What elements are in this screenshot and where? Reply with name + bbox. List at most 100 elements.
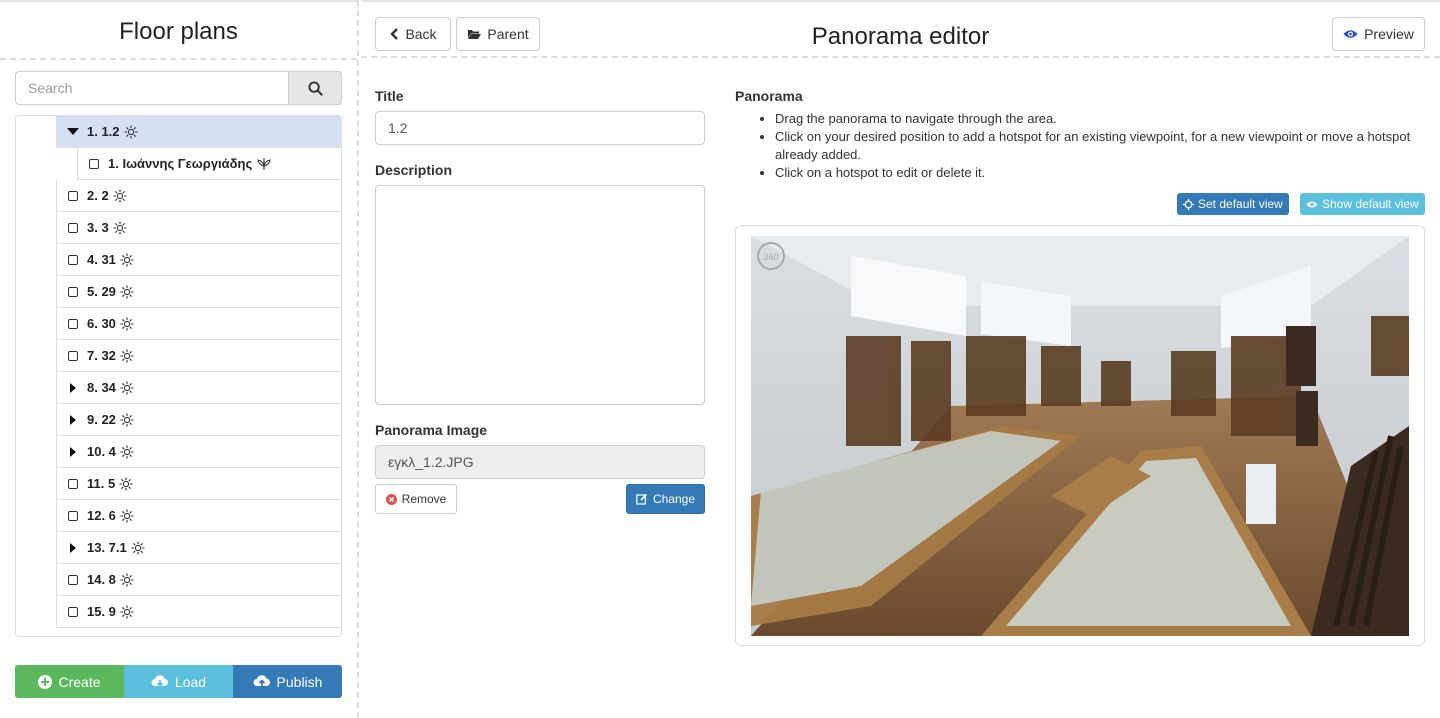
title-input[interactable]: 1.2 — [375, 111, 705, 145]
parent-label: Parent — [487, 26, 529, 42]
instruction-item: Drag the panorama to navigate through th… — [775, 110, 1430, 128]
gear-icon — [120, 509, 134, 523]
sidebar-header: Floor plans — [0, 2, 357, 60]
gear-icon — [124, 125, 138, 139]
gear-icon — [120, 381, 134, 395]
tree-row-label: 10. 4 — [87, 444, 116, 459]
editor-header: Panorama editor Back Parent Preview — [361, 0, 1440, 58]
tree-row[interactable]: 12. 6 — [56, 500, 341, 532]
search-icon — [307, 80, 323, 96]
publish-label: Publish — [276, 673, 323, 690]
publish-button[interactable]: Publish — [233, 665, 342, 698]
gear-icon — [119, 477, 133, 491]
panorama-image: 360 — [751, 236, 1409, 636]
search-input[interactable] — [15, 71, 288, 105]
preview-button[interactable]: Preview — [1332, 17, 1425, 51]
cloud-upload-icon — [253, 674, 270, 686]
search-box — [15, 71, 342, 105]
tree-checkbox[interactable] — [63, 190, 83, 201]
parent-button[interactable]: Parent — [456, 17, 540, 51]
sidebar-actions: Create Load Publish — [15, 665, 342, 698]
tree-row[interactable]: 5. 29 — [56, 276, 341, 308]
remove-button[interactable]: Remove — [375, 484, 457, 514]
eye-icon — [1343, 30, 1358, 38]
expand-caret-icon[interactable] — [63, 382, 83, 393]
expand-caret-icon[interactable] — [63, 414, 83, 425]
tree-checkbox[interactable] — [84, 158, 104, 169]
tree-row[interactable]: 8. 34 — [56, 372, 341, 404]
load-button[interactable]: Load — [124, 665, 233, 698]
change-label: Change — [652, 492, 696, 506]
tree-checkbox[interactable] — [63, 222, 83, 233]
description-label: Description — [375, 162, 453, 178]
tree-row-label: 13. 7.1 — [87, 540, 127, 555]
tree-row[interactable]: 3. 3 — [56, 212, 341, 244]
tree-row-label: 8. 34 — [87, 380, 116, 395]
collapse-caret-icon[interactable] — [63, 128, 83, 135]
gear-icon — [120, 605, 134, 619]
gear-icon — [113, 221, 127, 235]
tree-checkbox[interactable] — [63, 510, 83, 521]
remove-circle-icon — [385, 493, 397, 505]
tree-row[interactable]: 1. Ιωάννης Γεωργιάδης — [77, 148, 341, 180]
set-default-view-button[interactable]: Set default view — [1177, 193, 1289, 215]
back-label: Back — [405, 26, 437, 42]
gear-icon — [120, 349, 134, 363]
tree-row[interactable]: 15. 9 — [56, 596, 341, 628]
tree-checkbox[interactable] — [63, 574, 83, 585]
show-default-view-button[interactable]: Show default view — [1300, 193, 1425, 215]
tree-checkbox[interactable] — [63, 606, 83, 617]
expand-caret-icon[interactable] — [63, 446, 83, 457]
tree-checkbox[interactable] — [63, 350, 83, 361]
remove-label: Remove — [401, 492, 447, 506]
gear-icon — [131, 541, 145, 555]
tree-row-label: 11. 5 — [87, 476, 116, 491]
crosshair-icon — [1183, 198, 1194, 210]
tree-row[interactable]: 6. 30 — [56, 308, 341, 340]
tree-row-label: 2. 2 — [87, 188, 109, 203]
back-button[interactable]: Back — [375, 17, 451, 51]
gear-icon — [113, 189, 127, 203]
tree-row-label: 12. 6 — [87, 508, 116, 523]
create-label: Create — [58, 673, 101, 690]
eye-icon — [1306, 201, 1318, 207]
panorama-heading: Panorama — [735, 88, 803, 104]
tree-checkbox[interactable] — [63, 318, 83, 329]
tree-row-label: 1. 1.2 — [87, 124, 120, 139]
tree-row-label: 15. 9 — [87, 604, 116, 619]
change-button[interactable]: Change — [626, 484, 705, 514]
panel-divider[interactable] — [357, 0, 361, 718]
leaf-icon — [256, 157, 272, 171]
tree-row-label: 6. 30 — [87, 316, 116, 331]
load-label: Load — [174, 673, 207, 690]
description-textarea[interactable] — [375, 185, 705, 405]
tree-row[interactable]: 4. 31 — [56, 244, 341, 276]
floor-plan-tree: 1. 1.2 1. Ιωάννης Γεωργιάδης 2. 2 3. 3 4. 31… — [15, 115, 342, 637]
tree-checkbox[interactable] — [63, 254, 83, 265]
tree-row[interactable]: 10. 4 — [56, 436, 341, 468]
gear-icon — [120, 573, 134, 587]
create-button[interactable]: Create — [15, 665, 124, 698]
panorama-viewer[interactable]: 360 — [751, 236, 1409, 636]
tree-row[interactable]: 9. 22 — [56, 404, 341, 436]
gear-icon — [120, 285, 134, 299]
expand-caret-icon[interactable] — [63, 542, 83, 553]
tree-row[interactable]: 1. 1.2 — [56, 116, 341, 148]
gear-icon — [120, 445, 134, 459]
plus-circle-icon — [38, 674, 53, 689]
tree-row[interactable]: 14. 8 — [56, 564, 341, 596]
tree-checkbox[interactable] — [63, 478, 83, 489]
tree-checkbox[interactable] — [63, 286, 83, 297]
tree-row[interactable]: 13. 7.1 — [56, 532, 341, 564]
tree-row-label: 4. 31 — [87, 252, 116, 267]
tree-row[interactable]: 2. 2 — [56, 180, 341, 212]
gear-icon — [120, 413, 134, 427]
edit-icon — [636, 493, 648, 505]
set-default-view-label: Set default view — [1198, 197, 1283, 211]
cloud-download-icon — [151, 674, 168, 687]
search-button[interactable] — [288, 71, 342, 105]
tree-row-label: 3. 3 — [87, 220, 109, 235]
tree-row[interactable]: 7. 32 — [56, 340, 341, 372]
tree-row-label: 1. Ιωάννης Γεωργιάδης — [108, 156, 253, 171]
tree-row[interactable]: 11. 5 — [56, 468, 341, 500]
